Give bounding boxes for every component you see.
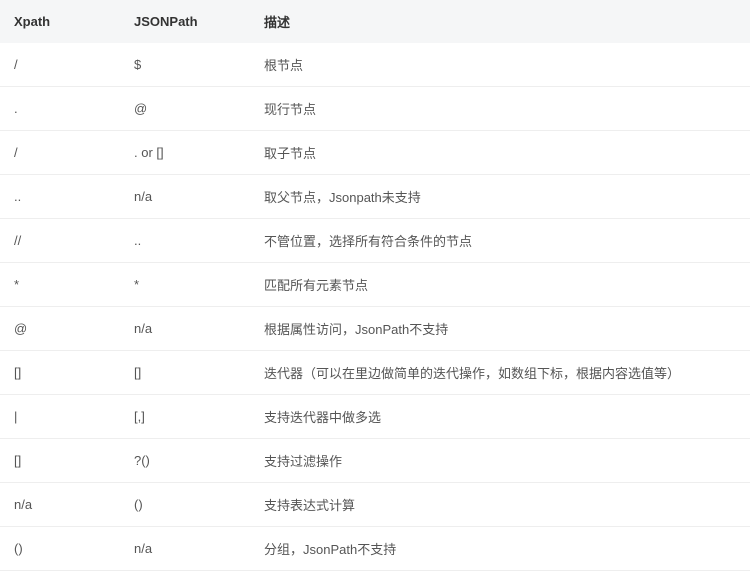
cell-xpath: []	[0, 351, 120, 395]
cell-desc: 支持迭代器中做多选	[250, 395, 750, 439]
cell-desc: 匹配所有元素节点	[250, 263, 750, 307]
cell-jsonpath: . or []	[120, 131, 250, 175]
table-row: [][]迭代器（可以在里边做简单的迭代操作，如数组下标，根据内容选值等）	[0, 351, 750, 395]
cell-jsonpath: []	[120, 351, 250, 395]
cell-jsonpath: ..	[120, 219, 250, 263]
cell-jsonpath: [,]	[120, 395, 250, 439]
cell-desc: 取父节点，Jsonpath未支持	[250, 175, 750, 219]
cell-desc: 分组，JsonPath不支持	[250, 527, 750, 571]
cell-xpath: ..	[0, 175, 120, 219]
cell-desc: 取子节点	[250, 131, 750, 175]
cell-desc: 根节点	[250, 43, 750, 87]
header-xpath: Xpath	[0, 0, 120, 43]
cell-xpath: n/a	[0, 483, 120, 527]
cell-jsonpath: ?()	[120, 439, 250, 483]
table-row: /$根节点	[0, 43, 750, 87]
table-header-row: Xpath JSONPath 描述	[0, 0, 750, 43]
table-row: /. or []取子节点	[0, 131, 750, 175]
header-jsonpath: JSONPath	[120, 0, 250, 43]
cell-xpath: @	[0, 307, 120, 351]
cell-jsonpath: n/a	[120, 175, 250, 219]
table-row: []?()支持过滤操作	[0, 439, 750, 483]
cell-jsonpath: n/a	[120, 527, 250, 571]
cell-xpath: []	[0, 439, 120, 483]
table-row: .@现行节点	[0, 87, 750, 131]
cell-desc: 支持过滤操作	[250, 439, 750, 483]
table-row: ()n/a分组，JsonPath不支持	[0, 527, 750, 571]
cell-jsonpath: *	[120, 263, 250, 307]
cell-desc: 现行节点	[250, 87, 750, 131]
cell-xpath: /	[0, 131, 120, 175]
table-row: |[,]支持迭代器中做多选	[0, 395, 750, 439]
cell-xpath: //	[0, 219, 120, 263]
cell-jsonpath: @	[120, 87, 250, 131]
cell-desc: 不管位置，选择所有符合条件的节点	[250, 219, 750, 263]
table-row: **匹配所有元素节点	[0, 263, 750, 307]
xpath-jsonpath-comparison-table: Xpath JSONPath 描述 /$根节点 .@现行节点 /. or []取…	[0, 0, 750, 571]
cell-desc: 支持表达式计算	[250, 483, 750, 527]
cell-xpath: ()	[0, 527, 120, 571]
cell-desc: 根据属性访问，JsonPath不支持	[250, 307, 750, 351]
cell-xpath: .	[0, 87, 120, 131]
table-row: n/a()支持表达式计算	[0, 483, 750, 527]
header-desc: 描述	[250, 0, 750, 43]
table-row: @n/a根据属性访问，JsonPath不支持	[0, 307, 750, 351]
table-row: ..n/a取父节点，Jsonpath未支持	[0, 175, 750, 219]
table-row: //..不管位置，选择所有符合条件的节点	[0, 219, 750, 263]
cell-jsonpath: n/a	[120, 307, 250, 351]
cell-xpath: /	[0, 43, 120, 87]
cell-xpath: *	[0, 263, 120, 307]
cell-xpath: |	[0, 395, 120, 439]
cell-jsonpath: ()	[120, 483, 250, 527]
cell-desc: 迭代器（可以在里边做简单的迭代操作，如数组下标，根据内容选值等）	[250, 351, 750, 395]
cell-jsonpath: $	[120, 43, 250, 87]
